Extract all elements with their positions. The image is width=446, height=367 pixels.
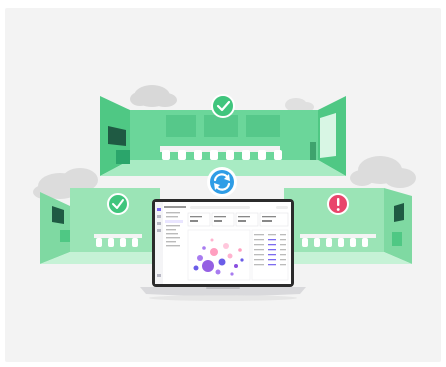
left-meeting-room [40, 188, 160, 264]
illustration-stage [0, 0, 446, 367]
laptop [140, 199, 306, 301]
window [246, 115, 280, 137]
hybrid-office-illustration [33, 85, 416, 301]
window [166, 115, 196, 137]
cloud-icon [130, 85, 177, 107]
wall-display [394, 203, 404, 222]
right-meeting-room [284, 188, 412, 264]
meeting-table [300, 234, 376, 238]
plant [310, 142, 316, 160]
door [320, 113, 336, 158]
checkmark-icon [211, 94, 235, 118]
exclamation-icon [327, 193, 349, 215]
checkmark-icon [107, 193, 129, 215]
cloud-icon [350, 156, 416, 188]
credenza [392, 232, 402, 246]
sync-icon [207, 167, 237, 197]
window [204, 115, 238, 137]
cloud-icon [285, 98, 314, 112]
credenza [60, 230, 70, 242]
credenza [116, 150, 130, 164]
meeting-table [94, 234, 142, 238]
